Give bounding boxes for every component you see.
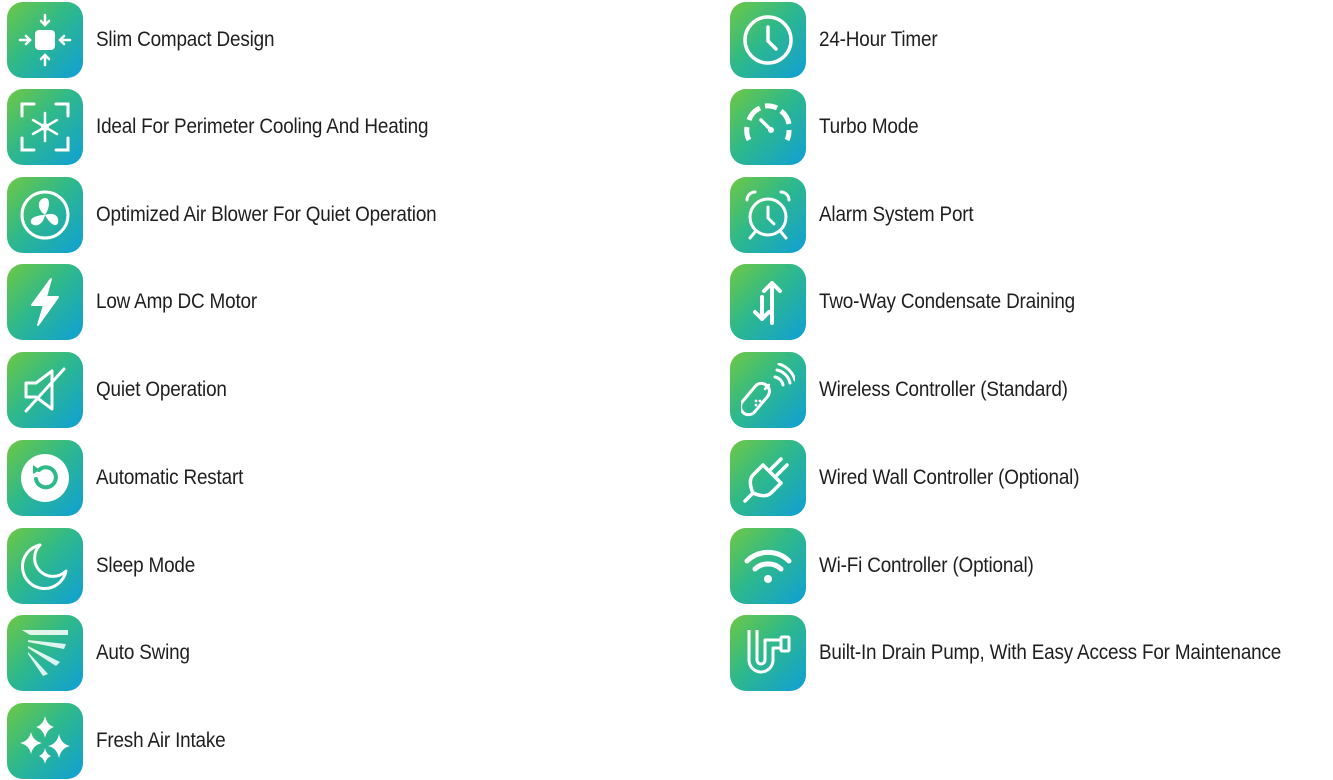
drain-pipe-icon xyxy=(730,615,806,691)
feature-label: Sleep Mode xyxy=(96,554,196,577)
feature-item: Auto Swing xyxy=(7,615,607,691)
feature-label: Ideal For Perimeter Cooling And Heating xyxy=(96,115,429,138)
sparkles-icon xyxy=(7,703,83,779)
feature-item: Wi-Fi Controller (Optional) xyxy=(730,528,1333,604)
feature-item: Turbo Mode xyxy=(730,89,1333,165)
feature-item: Wireless Controller (Standard) xyxy=(730,352,1333,428)
feature-item: Built-In Drain Pump, With Easy Access Fo… xyxy=(730,615,1333,691)
feature-label: Auto Swing xyxy=(96,641,190,664)
feature-item: Optimized Air Blower For Quiet Operation xyxy=(7,177,607,253)
feature-label: Optimized Air Blower For Quiet Operation xyxy=(96,203,437,226)
feature-item: Ideal For Perimeter Cooling And Heating xyxy=(7,89,607,165)
restart-icon xyxy=(7,440,83,516)
feature-label: 24-Hour Timer xyxy=(819,28,938,51)
feature-item: Slim Compact Design xyxy=(7,2,607,78)
feature-label: Slim Compact Design xyxy=(96,28,275,51)
feature-label: Automatic Restart xyxy=(96,466,244,489)
feature-item: Fresh Air Intake xyxy=(7,703,607,779)
feature-label: Alarm System Port xyxy=(819,203,974,226)
feature-label: Low Amp DC Motor xyxy=(96,290,257,313)
mute-icon xyxy=(7,352,83,428)
feature-label: Built-In Drain Pump, With Easy Access Fo… xyxy=(819,641,1282,664)
feature-item: Automatic Restart xyxy=(7,440,607,516)
speedometer-icon xyxy=(730,89,806,165)
feature-item: Sleep Mode xyxy=(7,528,607,604)
feature-item: Low Amp DC Motor xyxy=(7,264,607,340)
fan-icon xyxy=(7,177,83,253)
feature-item: Quiet Operation xyxy=(7,352,607,428)
feature-label: Turbo Mode xyxy=(819,115,919,138)
compact-design-icon xyxy=(7,2,83,78)
wired-plug-icon xyxy=(730,440,806,516)
feature-label: Quiet Operation xyxy=(96,378,227,401)
wifi-icon xyxy=(730,528,806,604)
cooling-heating-icon xyxy=(7,89,83,165)
lightning-bolt-icon xyxy=(7,264,83,340)
two-way-arrows-icon xyxy=(730,264,806,340)
alarm-clock-icon xyxy=(730,177,806,253)
feature-label: Wired Wall Controller (Optional) xyxy=(819,466,1080,489)
feature-item: Wired Wall Controller (Optional) xyxy=(730,440,1333,516)
swing-icon xyxy=(7,615,83,691)
wireless-remote-icon xyxy=(730,352,806,428)
feature-label: Two-Way Condensate Draining xyxy=(819,290,1076,313)
feature-label: Fresh Air Intake xyxy=(96,729,226,752)
feature-label: Wi-Fi Controller (Optional) xyxy=(819,554,1034,577)
feature-label: Wireless Controller (Standard) xyxy=(819,378,1068,401)
clock-icon xyxy=(730,2,806,78)
feature-item: Two-Way Condensate Draining xyxy=(730,264,1333,340)
feature-item: Alarm System Port xyxy=(730,177,1333,253)
moon-icon xyxy=(7,528,83,604)
feature-item: 24-Hour Timer xyxy=(730,2,1333,78)
